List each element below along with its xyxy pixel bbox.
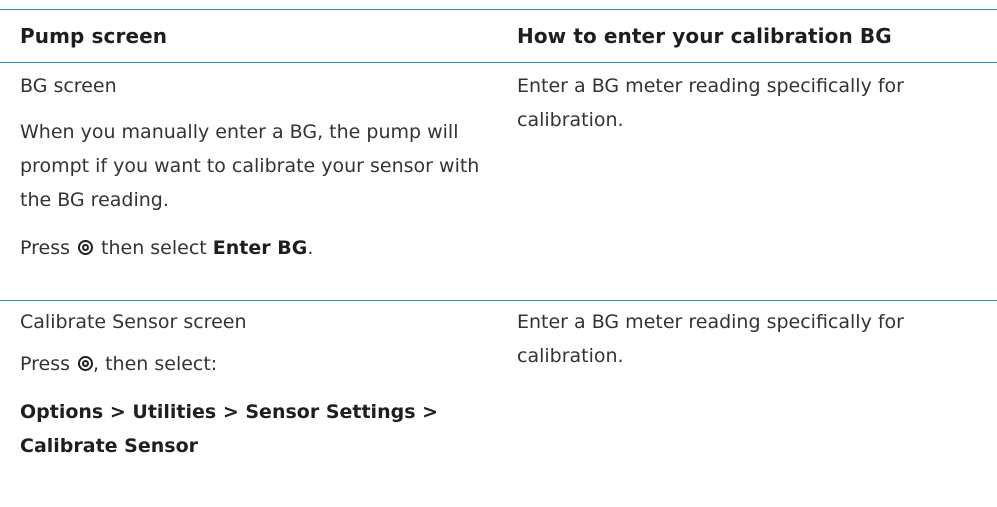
- table-row-calibrate-sensor-left: Calibrate Sensor screen Press , then sele…: [20, 305, 490, 463]
- header-rule: [0, 62, 997, 63]
- menu-path: Options > Utilities > Sensor Settings > …: [20, 401, 439, 457]
- table-row-bg-screen-right: Enter a BG meter reading specifically fo…: [517, 69, 957, 137]
- press-instruction: Press , then select:: [20, 347, 490, 381]
- select-button-icon: [78, 356, 94, 371]
- press-end: .: [307, 237, 314, 259]
- screen-name: BG screen: [20, 75, 117, 97]
- top-rule: [0, 9, 997, 10]
- press-suffix: then select: [101, 237, 207, 259]
- select-button-icon: [78, 240, 94, 255]
- press-prefix: Press: [20, 353, 71, 375]
- enter-bg-option: Enter BG: [212, 237, 308, 259]
- header-how-to-enter: How to enter your calibration BG: [517, 24, 892, 48]
- table-row-bg-screen-left: BG screen When you manually enter a BG, …: [20, 69, 500, 265]
- press-prefix: Press: [20, 237, 71, 259]
- how-to-text: Enter a BG meter reading specifically fo…: [517, 311, 904, 367]
- header-pump-screen: Pump screen: [20, 24, 168, 48]
- screen-name: Calibrate Sensor screen: [20, 311, 247, 333]
- press-instruction: Press then select Enter BG.: [20, 231, 500, 265]
- table-row-calibrate-sensor-right: Enter a BG meter reading specifically fo…: [517, 305, 957, 373]
- row-note: When you manually enter a BG, the pump w…: [20, 121, 480, 211]
- press-suffix: , then select:: [93, 353, 218, 375]
- how-to-text: Enter a BG meter reading specifically fo…: [517, 75, 904, 131]
- row-rule: [0, 300, 997, 301]
